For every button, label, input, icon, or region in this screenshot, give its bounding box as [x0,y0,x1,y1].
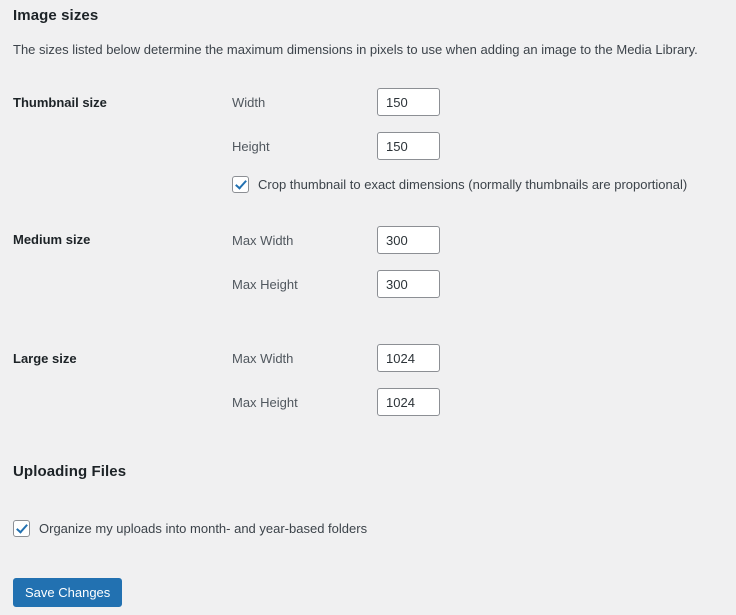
organize-uploads-checkbox-row[interactable]: Organize my uploads into month- and year… [13,520,367,537]
image-sizes-heading: Image sizes [13,7,98,24]
medium-max-width-label: Max Width [232,233,293,248]
organize-uploads-checkbox[interactable] [13,520,30,537]
save-changes-button[interactable]: Save Changes [13,578,122,607]
crop-thumbnail-checkbox-row[interactable]: Crop thumbnail to exact dimensions (norm… [232,176,687,193]
medium-size-label: Medium size [13,232,90,247]
crop-thumbnail-checkbox[interactable] [232,176,249,193]
large-max-height-input[interactable] [377,388,440,416]
organize-uploads-label: Organize my uploads into month- and year… [39,521,367,536]
medium-max-height-input[interactable] [377,270,440,298]
large-max-width-input[interactable] [377,344,440,372]
thumbnail-height-input[interactable] [377,132,440,160]
image-sizes-description: The sizes listed below determine the max… [13,42,698,57]
thumbnail-height-label: Height [232,139,270,154]
large-size-label: Large size [13,351,77,366]
large-max-width-label: Max Width [232,351,293,366]
medium-max-height-label: Max Height [232,277,298,292]
thumbnail-width-label: Width [232,95,265,110]
media-settings-page: Image sizes The sizes listed below deter… [0,0,736,615]
crop-thumbnail-label: Crop thumbnail to exact dimensions (norm… [258,177,687,192]
large-max-height-label: Max Height [232,395,298,410]
thumbnail-size-label: Thumbnail size [13,95,107,110]
thumbnail-width-input[interactable] [377,88,440,116]
medium-max-width-input[interactable] [377,226,440,254]
uploading-files-heading: Uploading Files [13,463,126,480]
